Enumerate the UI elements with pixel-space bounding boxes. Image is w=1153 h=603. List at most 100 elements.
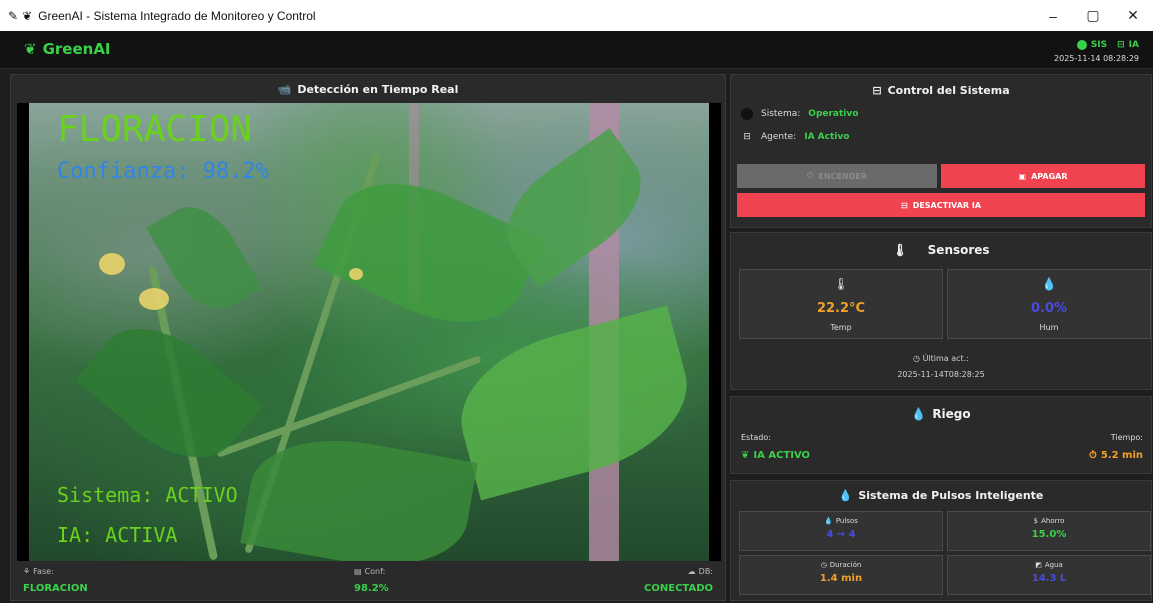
window-title: GreenAI - Sistema Integrado de Monitoreo… bbox=[38, 8, 316, 23]
droplet-icon: 💧 bbox=[824, 517, 833, 525]
database-icon: ☁ bbox=[687, 567, 696, 576]
hum-label: Hum bbox=[1039, 323, 1059, 332]
db-value: CONECTADO bbox=[644, 583, 713, 594]
duracion-label: Duración bbox=[829, 561, 862, 569]
sensores-panel: 🌡 Sensores 🌡 22.2°C Temp 💧 0.0% Hum ◷ Úl… bbox=[730, 232, 1152, 390]
overlay-confianza: Confianza: 98.2% bbox=[57, 159, 269, 184]
maximize-button[interactable]: ▢ bbox=[1073, 0, 1113, 31]
piggy-bank-icon: $ bbox=[1033, 517, 1039, 525]
header-status: SIS ⊟ IA 2025-11-14 08:28:29 bbox=[1029, 37, 1139, 65]
conf-label: Conf: bbox=[364, 567, 386, 576]
video-title-text: Detección en Tiempo Real bbox=[297, 82, 459, 96]
window-titlebar: ✎ ❦ GreenAI - Sistema Integrado de Monit… bbox=[0, 0, 1153, 31]
video-footer: ⚘ Fase: FLORACION ▤ Conf: 98.2% ☁ DB: CONEC… bbox=[11, 562, 725, 602]
footer-conf: ▤ Conf: 98.2% bbox=[354, 567, 389, 594]
sistema-value: Operativo bbox=[808, 109, 859, 119]
status-sis: SIS bbox=[1076, 40, 1108, 50]
status-dot-icon bbox=[1076, 40, 1087, 50]
agua-card: ◩ Agua 14.3 L bbox=[947, 555, 1151, 595]
ultima-value: 2025-11-14T08:28:25 bbox=[897, 370, 985, 379]
droplet-icon: 💧 bbox=[838, 489, 853, 502]
status-sis-label: SIS bbox=[1090, 40, 1108, 50]
header-timestamp: 2025-11-14 08:28:29 bbox=[1054, 54, 1139, 63]
water-gauge-icon: ◩ bbox=[1035, 561, 1042, 569]
minimize-button[interactable]: – bbox=[1033, 0, 1073, 31]
agua-value: 14.3 L bbox=[1031, 573, 1067, 584]
estado-value: IA ACTIVO bbox=[753, 450, 811, 461]
pen-icon: ✎ bbox=[8, 8, 19, 23]
leaf-icon: ❦ bbox=[24, 40, 37, 58]
clock-icon: ◷ bbox=[913, 354, 921, 363]
droplet-icon: 💧 bbox=[1041, 277, 1057, 291]
overlay-fase: FLORACION bbox=[57, 109, 253, 150]
timer-icon: ⏱ bbox=[1089, 450, 1097, 461]
hum-value: 0.0% bbox=[1030, 301, 1068, 316]
app-leaf-icon: ❦ bbox=[22, 8, 33, 23]
brand-name: GreenAI bbox=[42, 40, 111, 58]
ahorro-label: Ahorro bbox=[1041, 517, 1065, 525]
riego-estado: Estado: ❦ IA ACTIVO bbox=[741, 433, 810, 461]
estado-label: Estado: bbox=[741, 433, 771, 442]
robot-icon: ⊟ bbox=[1117, 40, 1125, 50]
chart-icon: ▤ bbox=[354, 567, 362, 576]
conf-value: 98.2% bbox=[354, 583, 389, 594]
video-panel-title: 📹 Detección en Tiempo Real bbox=[11, 75, 725, 103]
stop-icon: ▣ bbox=[1018, 171, 1027, 181]
video-panel: 📹 Detección en Tiempo Real FLORACION Con… bbox=[10, 74, 726, 601]
thermometer-icon: 🌡 bbox=[833, 277, 849, 291]
droplet-icon: 💧 bbox=[911, 407, 927, 421]
pulsos-value: 4 → 4 bbox=[826, 529, 856, 540]
sistema-status: Sistema: Operativo bbox=[741, 108, 858, 120]
pulsos-card: 💧 Pulsos 4 → 4 bbox=[739, 511, 943, 551]
video-feed: FLORACION Confianza: 98.2% Sistema: ACTI… bbox=[17, 103, 721, 561]
ahorro-value: 15.0% bbox=[1031, 529, 1067, 540]
control-title: ⊟ Control del Sistema bbox=[731, 84, 1151, 97]
apagar-label: APAGAR bbox=[1031, 171, 1068, 181]
db-label: DB: bbox=[698, 567, 713, 576]
robot-icon: ⊟ bbox=[900, 200, 908, 210]
riego-title: 💧 Riego bbox=[731, 407, 1151, 421]
status-ia-label: IA bbox=[1128, 40, 1139, 50]
brand: ❦ GreenAI bbox=[24, 40, 111, 58]
agente-label: Agente: bbox=[761, 132, 797, 142]
encender-button[interactable]: ⏻ ENCENDER bbox=[737, 164, 937, 188]
status-dot-icon bbox=[741, 108, 753, 120]
power-icon: ⏻ bbox=[807, 171, 814, 180]
clock-icon: ◷ bbox=[820, 561, 827, 569]
riego-title-text: Riego bbox=[932, 407, 971, 421]
pulsos-title: 💧 Sistema de Pulsos Inteligente bbox=[731, 489, 1151, 502]
agente-value: IA Activo bbox=[804, 132, 850, 142]
titlebar-icons: ✎ ❦ bbox=[0, 9, 32, 23]
close-button[interactable]: ✕ bbox=[1113, 0, 1153, 31]
ahorro-card: $ Ahorro 15.0% bbox=[947, 511, 1151, 551]
sistema-label: Sistema: bbox=[761, 109, 801, 119]
window-controls: – ▢ ✕ bbox=[1033, 0, 1153, 31]
agua-label: Agua bbox=[1044, 561, 1063, 569]
fase-value: FLORACION bbox=[23, 583, 88, 594]
encender-label: ENCENDER bbox=[818, 171, 867, 181]
pulsos-label: Pulsos bbox=[835, 517, 858, 525]
riego-tiempo: Tiempo: ⏱ 5.2 min bbox=[1089, 433, 1143, 461]
apagar-button[interactable]: ▣ APAGAR bbox=[941, 164, 1145, 188]
sensores-title: 🌡 Sensores bbox=[731, 243, 1151, 257]
ultima-label: Última act.: bbox=[922, 354, 969, 363]
control-title-text: Control del Sistema bbox=[887, 84, 1010, 97]
overlay-ia: IA: ACTIVA bbox=[57, 523, 178, 547]
temp-value: 22.2°C bbox=[816, 301, 866, 316]
riego-panel: 💧 Riego Estado: ❦ IA ACTIVO Tiempo: ⏱ 5.2 … bbox=[730, 396, 1152, 474]
pulsos-panel: 💧 Sistema de Pulsos Inteligente 💧 Pulsos … bbox=[730, 480, 1152, 601]
plant-icon: ⚘ bbox=[23, 567, 31, 576]
control-panel: ⊟ Control del Sistema Sistema: Operativo… bbox=[730, 74, 1152, 228]
desactivar-ia-button[interactable]: ⊟ DESACTIVAR IA bbox=[737, 193, 1145, 217]
duracion-value: 1.4 min bbox=[819, 573, 863, 584]
app-header: ❦ GreenAI SIS ⊟ IA 2025-11-14 08:28:29 bbox=[0, 31, 1153, 69]
thermometer-icon: 🌡 bbox=[892, 243, 908, 257]
footer-db: ☁ DB: CONECTADO bbox=[644, 567, 713, 594]
hum-card: 💧 0.0% Hum bbox=[947, 269, 1151, 339]
ultima-label-row: ◷ Última act.: bbox=[731, 354, 1151, 363]
fase-label: Fase: bbox=[33, 567, 54, 576]
robot-icon: ⊟ bbox=[743, 132, 751, 142]
overlay-sistema: Sistema: ACTIVO bbox=[57, 483, 238, 507]
temp-label: Temp bbox=[830, 323, 852, 332]
duracion-card: ◷ Duración 1.4 min bbox=[739, 555, 943, 595]
